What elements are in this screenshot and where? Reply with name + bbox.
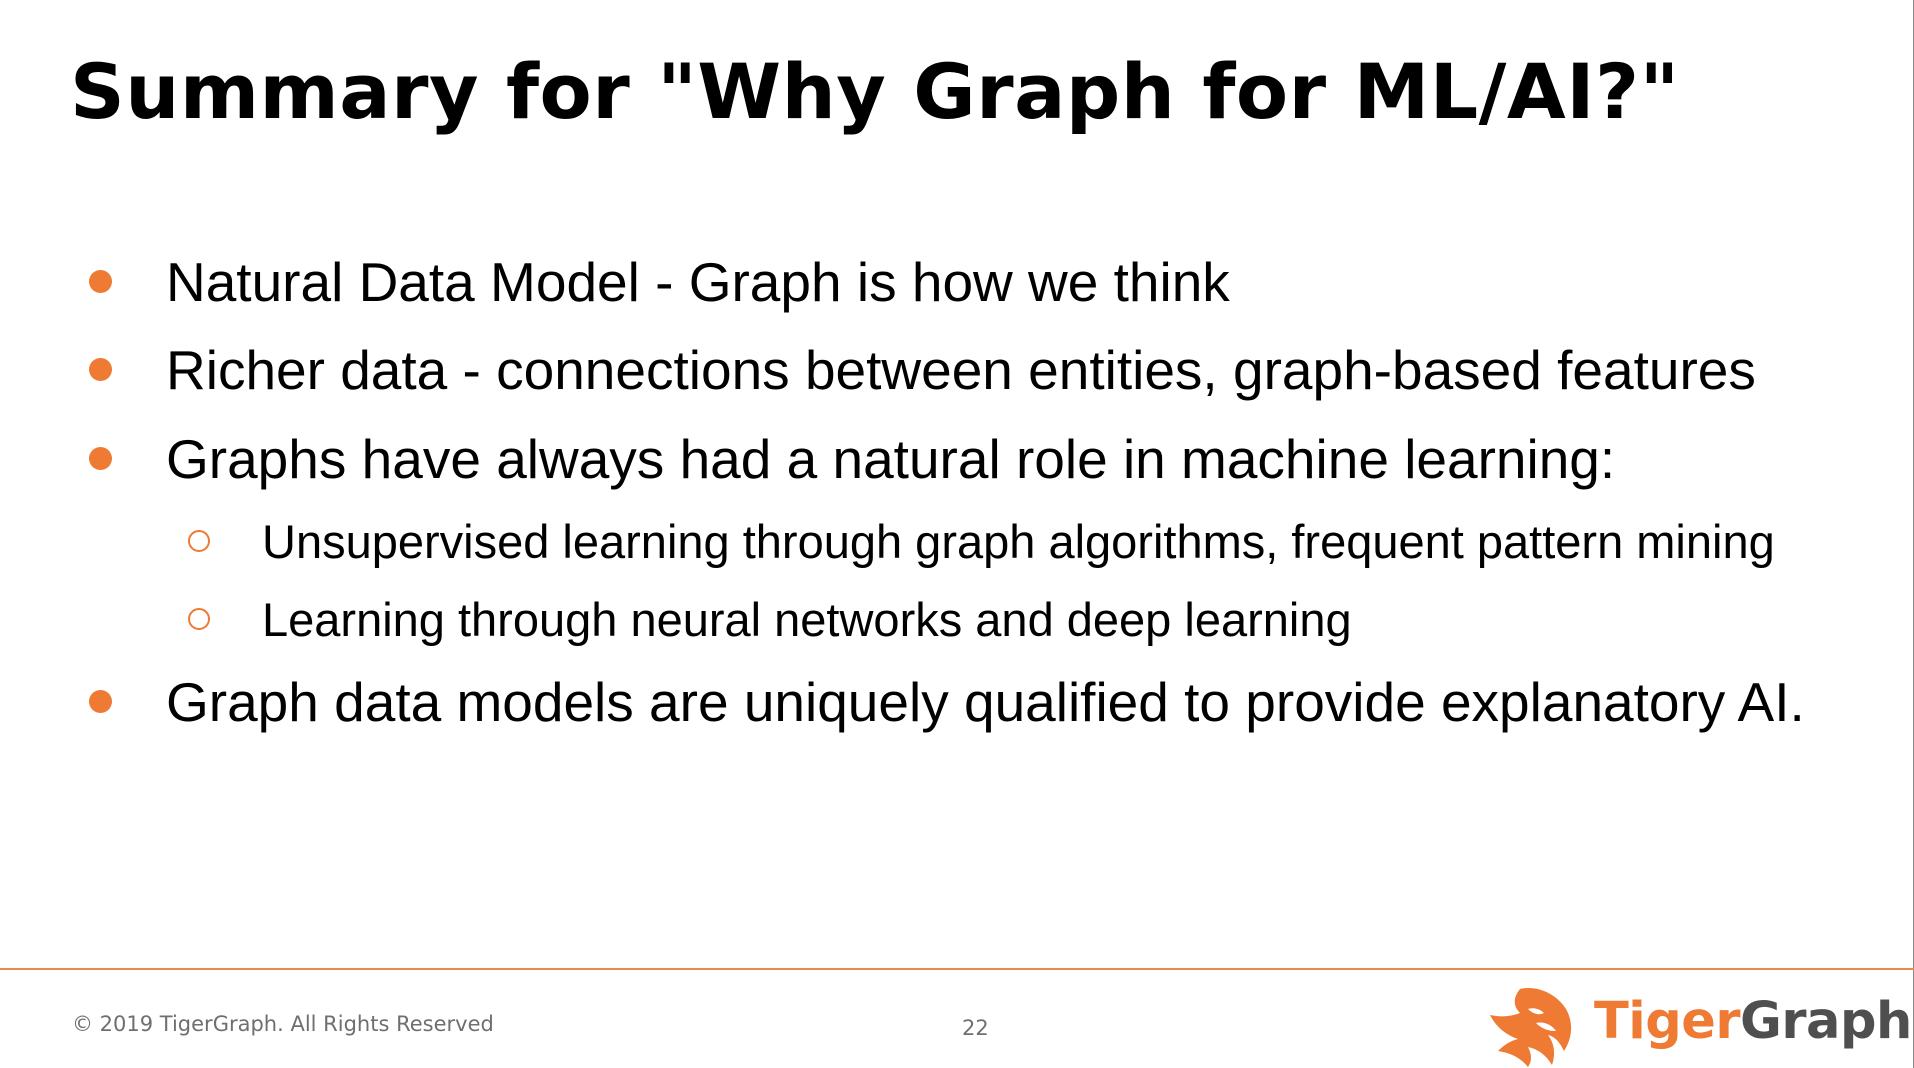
filled-bullet-icon	[89, 690, 112, 713]
tigergraph-logo: TigerGraph	[1490, 985, 1912, 1067]
bullet-text: Natural Data Model - Graph is how we thi…	[166, 251, 1230, 313]
logo-word-graph: Graph	[1740, 992, 1912, 1051]
hollow-bullet-icon	[188, 608, 210, 630]
copyright-notice: © 2019 TigerGraph. All Rights Reserved	[72, 1012, 494, 1036]
sub-bullet-item: Unsupervised learning through graph algo…	[188, 512, 1775, 572]
bullet-text: Graph data models are uniquely qualified…	[166, 671, 1805, 733]
bullet-item: Natural Data Model - Graph is how we thi…	[89, 247, 1230, 317]
footer-divider	[0, 968, 1914, 970]
filled-bullet-icon	[89, 270, 112, 293]
bullet-text: Richer data - connections between entiti…	[166, 339, 1756, 401]
slide: Summary for "Why Graph for ML/AI?" Natur…	[0, 0, 1914, 1068]
bullet-item: Graph data models are uniquely qualified…	[89, 667, 1805, 737]
hollow-bullet-icon	[188, 530, 210, 552]
sub-bullet-item: Learning through neural networks and dee…	[188, 590, 1352, 650]
sub-bullet-text: Unsupervised learning through graph algo…	[262, 515, 1775, 568]
logo-word-tiger: Tiger	[1594, 992, 1741, 1051]
bullet-item: Graphs have always had a natural role in…	[89, 424, 1616, 494]
sub-bullet-text: Learning through neural networks and dee…	[262, 593, 1352, 646]
bullet-item: Richer data - connections between entiti…	[89, 335, 1756, 405]
page-number: 22	[962, 1016, 989, 1040]
filled-bullet-icon	[89, 358, 112, 381]
filled-bullet-icon	[89, 447, 112, 470]
slide-title: Summary for "Why Graph for ML/AI?"	[70, 47, 1680, 136]
bullet-text: Graphs have always had a natural role in…	[166, 428, 1616, 490]
logo-wordmark: TigerGraph	[1594, 996, 1912, 1047]
tiger-head-icon	[1490, 987, 1572, 1067]
